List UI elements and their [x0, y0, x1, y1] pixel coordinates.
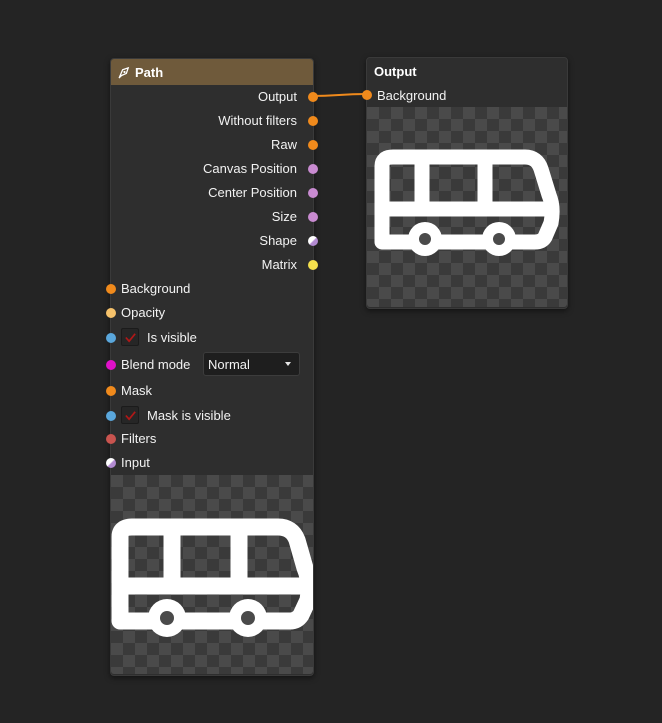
blend-mode-socket[interactable]	[106, 360, 116, 370]
output-input-background: Background	[377, 87, 447, 103]
output-node-header[interactable]: Output	[367, 58, 567, 84]
input-socket[interactable]	[106, 458, 116, 468]
input-blend-mode: Blend mode	[121, 356, 191, 372]
output-background-socket[interactable]	[362, 90, 372, 100]
output-socket[interactable]	[308, 92, 318, 102]
output-size: Size	[271, 208, 297, 224]
chevron-down-icon	[285, 362, 291, 366]
output-node-title: Output	[374, 63, 417, 79]
path-node-preview	[111, 475, 313, 674]
is-visible-checkbox[interactable]	[121, 328, 139, 346]
raw-socket[interactable]	[308, 140, 318, 150]
bus-icon	[111, 518, 313, 637]
output-shape: Shape	[259, 232, 297, 248]
output-center-position: Center Position	[208, 184, 297, 200]
input-filters: Filters	[121, 430, 157, 446]
input-is-visible: Is visible	[121, 325, 197, 349]
opacity-socket[interactable]	[106, 308, 116, 318]
without-filters-socket[interactable]	[308, 116, 318, 126]
check-icon	[124, 332, 136, 343]
output-node-preview	[367, 107, 567, 307]
output-output: Output	[257, 88, 297, 104]
size-socket[interactable]	[308, 212, 318, 222]
path-node-header[interactable]: Path	[111, 59, 313, 85]
shape-socket[interactable]	[308, 236, 318, 246]
output-node[interactable]: Output Background	[362, 57, 568, 309]
is-visible-socket[interactable]	[106, 333, 116, 343]
output-without-filters: Without filters	[218, 112, 297, 128]
matrix-socket[interactable]	[308, 260, 318, 270]
background-socket[interactable]	[106, 284, 116, 294]
filters-socket[interactable]	[106, 434, 116, 444]
input-background: Background	[121, 280, 191, 296]
output-raw: Raw	[270, 136, 297, 152]
blend-mode-dropdown[interactable]: Normal	[203, 352, 300, 376]
input-opacity: Opacity	[121, 304, 166, 320]
check-icon	[124, 410, 136, 421]
path-node[interactable]: Path Output Without filters Raw Canvas P…	[106, 58, 318, 676]
mask-socket[interactable]	[106, 386, 116, 396]
path-node-title: Path	[135, 64, 164, 80]
input-mask: Mask	[121, 382, 153, 398]
mask-is-visible-checkbox[interactable]	[121, 406, 139, 424]
output-matrix: Matrix	[261, 256, 297, 272]
input-mask-is-visible: Mask is visible	[121, 403, 231, 427]
path-pen-icon	[118, 66, 130, 79]
center-position-socket[interactable]	[308, 188, 318, 198]
mask-is-visible-socket[interactable]	[106, 411, 116, 421]
output-canvas-position: Canvas Position	[203, 160, 297, 176]
bus-icon	[374, 149, 560, 256]
canvas-position-socket[interactable]	[308, 164, 318, 174]
input-input: Input	[121, 454, 150, 470]
